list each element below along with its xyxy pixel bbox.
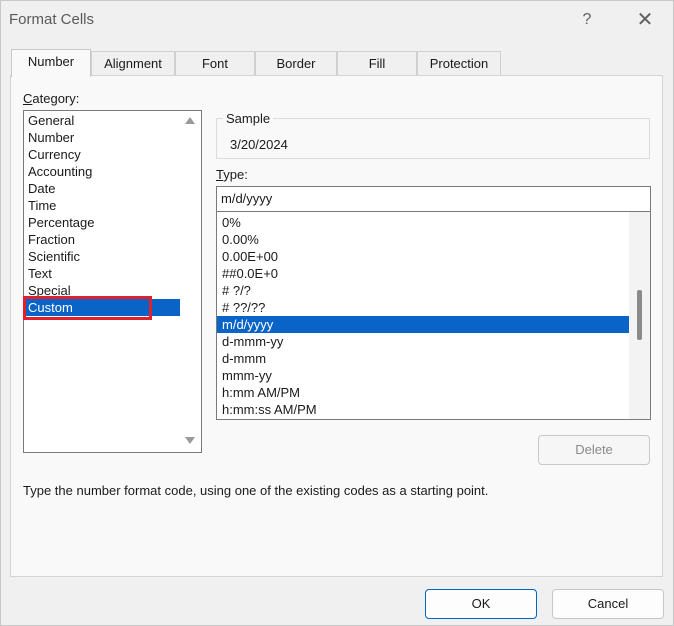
ok-button[interactable]: OK (425, 589, 537, 619)
list-item[interactable]: Text (24, 265, 180, 282)
list-item[interactable]: Accounting (24, 163, 180, 180)
category-label: Category: (23, 91, 80, 106)
list-item[interactable]: # ?/? (217, 282, 629, 299)
list-item[interactable]: General (24, 112, 180, 129)
sample-label: Sample (223, 111, 274, 126)
tab-border[interactable]: Border (255, 51, 337, 76)
sample-value: 3/20/2024 (230, 137, 288, 152)
highlight-annotation (23, 296, 152, 320)
tab-fill[interactable]: Fill (337, 51, 417, 76)
help-icon[interactable]: ? (567, 5, 607, 35)
list-item[interactable]: mmm-yy (217, 367, 629, 384)
title-bar: Format Cells ? ✕ (1, 1, 673, 39)
list-item[interactable]: # ??/?? (217, 299, 629, 316)
type-input[interactable]: m/d/yyyy (216, 186, 651, 212)
list-item[interactable]: h:mm:ss AM/PM (217, 401, 629, 418)
close-icon[interactable]: ✕ (623, 5, 667, 35)
scroll-down-icon[interactable] (185, 437, 195, 444)
list-item[interactable]: Time (24, 197, 180, 214)
category-scrollbar[interactable] (180, 111, 201, 452)
list-item[interactable]: Date (24, 180, 180, 197)
list-item[interactable]: h:mm AM/PM (217, 384, 629, 401)
list-item-selected[interactable]: m/d/yyyy (217, 316, 629, 333)
list-item[interactable]: d-mmm (217, 350, 629, 367)
list-item[interactable]: 0.00% (217, 231, 629, 248)
delete-button[interactable]: Delete (538, 435, 650, 465)
category-list[interactable]: General Number Currency Accounting Date … (23, 110, 202, 453)
type-label: Type: (216, 167, 248, 182)
list-item[interactable]: Currency (24, 146, 180, 163)
list-item[interactable]: 0.00E+00 (217, 248, 629, 265)
list-item[interactable]: Scientific (24, 248, 180, 265)
list-item[interactable]: 0% (217, 214, 629, 231)
tab-protection[interactable]: Protection (417, 51, 501, 76)
dialog-title: Format Cells (9, 11, 95, 28)
tab-alignment[interactable]: Alignment (91, 51, 175, 76)
list-item[interactable]: ##0.0E+0 (217, 265, 629, 282)
list-item[interactable]: Fraction (24, 231, 180, 248)
list-item[interactable]: d-mmm-yy (217, 333, 629, 350)
tab-font[interactable]: Font (175, 51, 255, 76)
scroll-thumb[interactable] (637, 290, 642, 340)
cancel-button[interactable]: Cancel (552, 589, 664, 619)
list-item[interactable]: Number (24, 129, 180, 146)
tab-number[interactable]: Number (11, 49, 91, 77)
scroll-up-icon[interactable] (185, 117, 195, 124)
list-item[interactable]: Percentage (24, 214, 180, 231)
type-list[interactable]: 0% 0.00% 0.00E+00 ##0.0E+0 # ?/? # ??/??… (216, 212, 651, 420)
format-cells-dialog: Format Cells ? ✕ Number Alignment Font B… (0, 0, 674, 626)
type-scrollbar[interactable] (629, 212, 650, 419)
hint-text: Type the number format code, using one o… (23, 483, 489, 498)
